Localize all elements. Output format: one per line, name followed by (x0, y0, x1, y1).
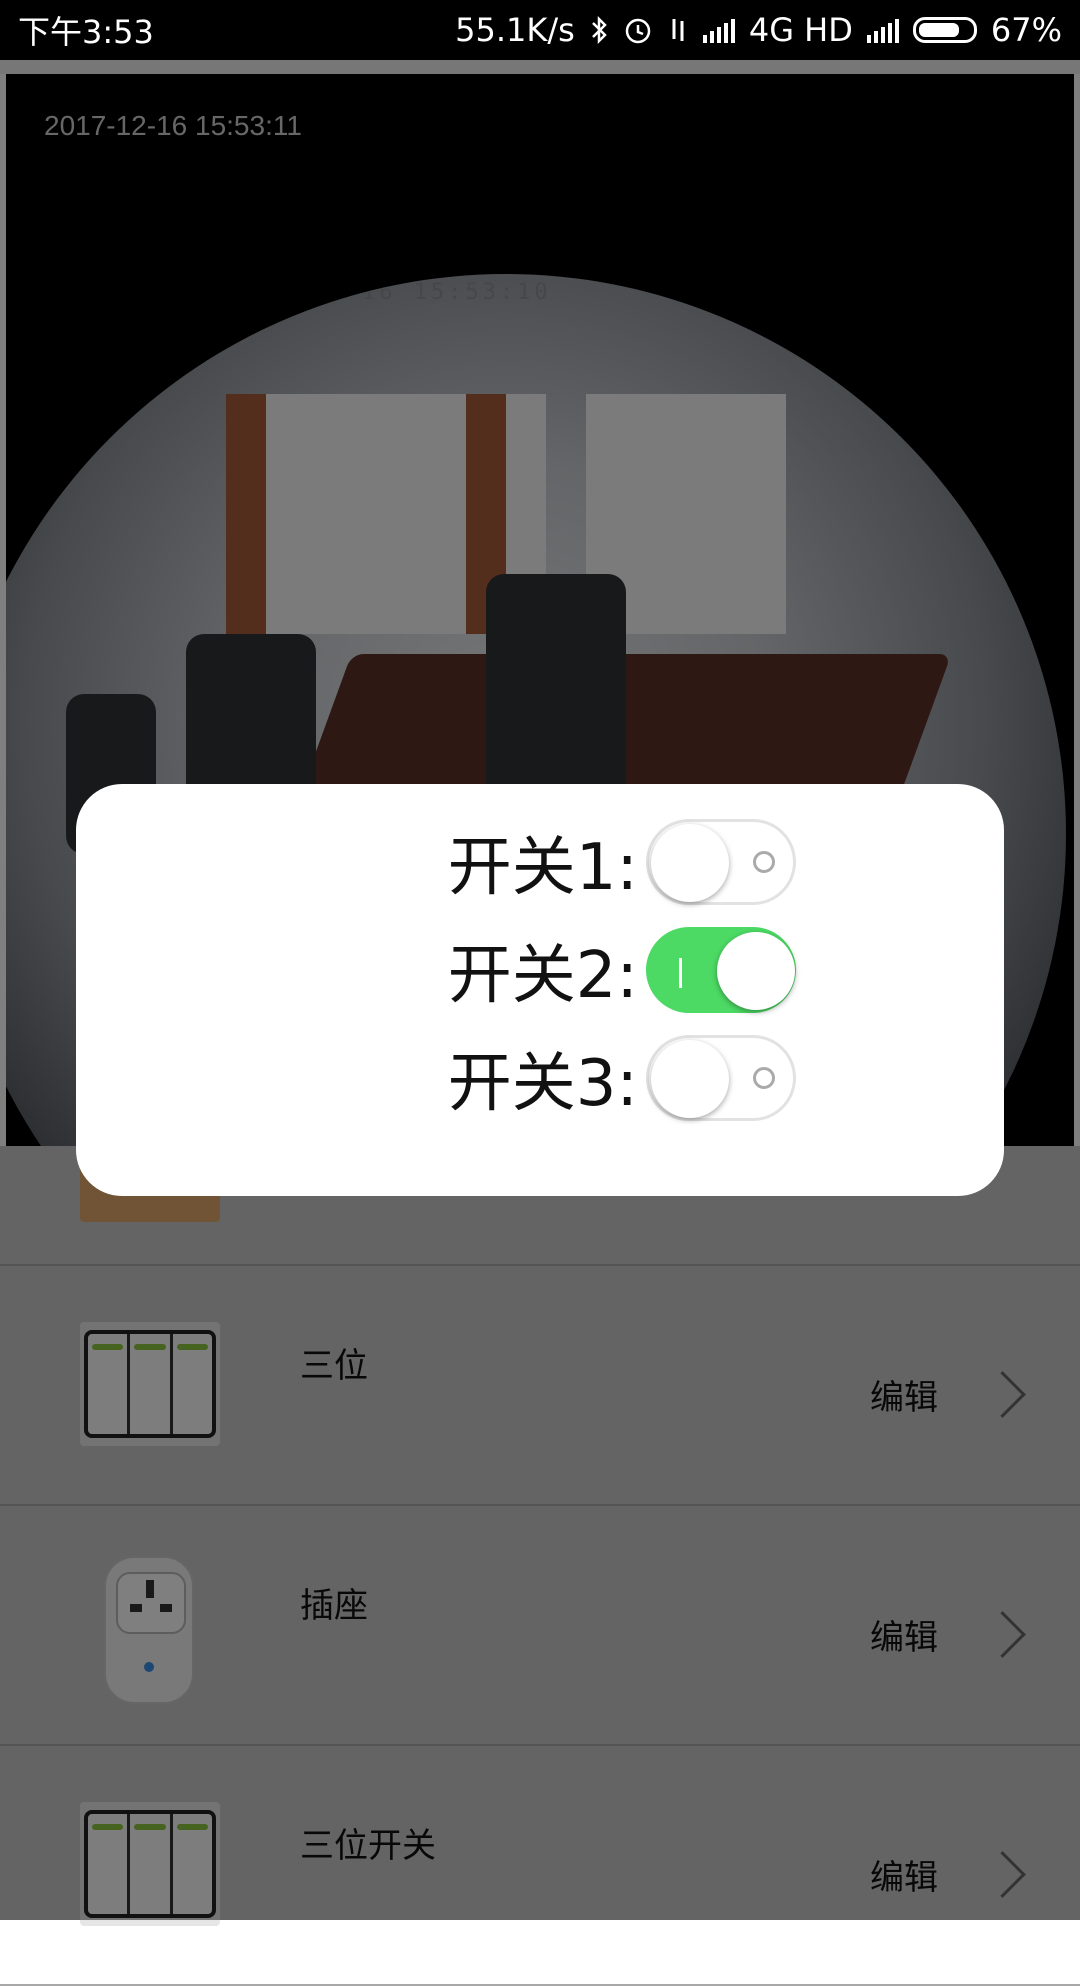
on-indicator-icon (679, 958, 682, 988)
battery-level: 67% (990, 11, 1062, 49)
switch-row-3: 开关3: (356, 1032, 796, 1124)
switch-3-toggle[interactable] (646, 1035, 796, 1121)
signal-icon-2 (866, 17, 899, 43)
switch-label: 开关1: (447, 831, 638, 905)
switch-1-toggle[interactable] (646, 819, 796, 905)
network-speed: 55.1K/s (455, 11, 575, 49)
toggle-knob (651, 1040, 729, 1118)
switch-label: 开关2: (447, 939, 638, 1013)
toggle-knob (651, 824, 729, 902)
status-bar: 下午3:53 55.1K/s 4G HD 67% (0, 0, 1080, 60)
switch-label: 开关3: (447, 1047, 638, 1121)
switch-2-toggle[interactable] (646, 927, 796, 1013)
status-time: 下午3:53 (18, 13, 154, 51)
off-indicator-icon (753, 851, 775, 873)
switch-row-2: 开关2: (356, 924, 796, 1016)
alarm-icon (623, 15, 653, 45)
switch-row-1: 开关1: (356, 816, 796, 908)
battery-icon (912, 17, 977, 43)
network-type: 4G HD (748, 11, 853, 49)
signal-icon (702, 17, 735, 43)
data-transfer-icon (667, 15, 689, 45)
bluetooth-icon (589, 15, 609, 45)
toggle-knob (717, 932, 795, 1010)
header-strip (0, 60, 1080, 74)
switch-dialog: 开关1: 开关2: 开关3: (76, 784, 1004, 1196)
status-right: 55.1K/s 4G HD 67% (455, 11, 1062, 49)
off-indicator-icon (753, 1067, 775, 1089)
